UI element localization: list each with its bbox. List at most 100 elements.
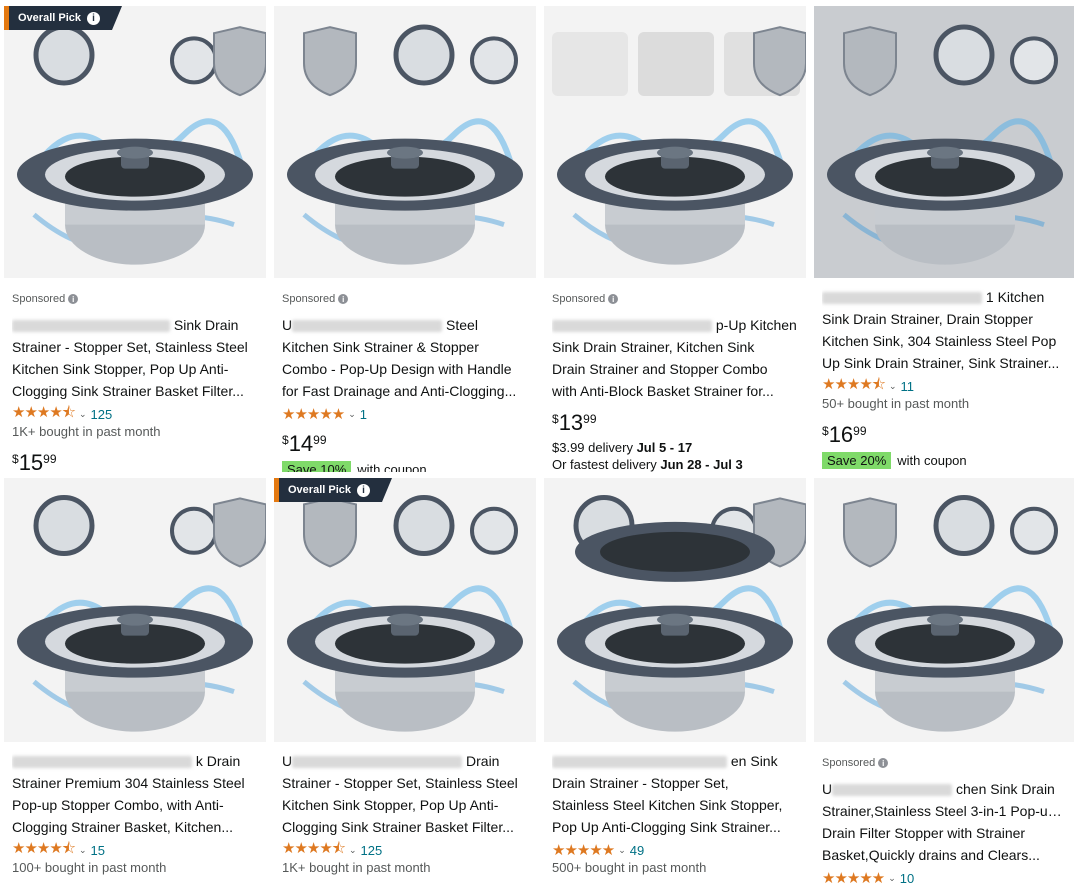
review-count-link[interactable]: 49	[630, 843, 644, 858]
price[interactable]: $13 99	[552, 410, 798, 438]
coupon-text: with coupon	[357, 462, 427, 472]
product-card[interactable]: Sponsored i p-Up Kitchen Sink Drain Strain…	[544, 6, 806, 472]
product-card[interactable]: Overall Pick i U Drain Strainer - Stopper S…	[274, 478, 536, 890]
rating-row[interactable]: ★★★★★ ⌄ 49	[552, 841, 798, 859]
chevron-down-icon[interactable]: ⌄	[79, 845, 87, 856]
product-title-link[interactable]: Sink Drain Strainer - Stopper Set, Stainl…	[12, 314, 258, 402]
product-card[interactable]: 1 Kitchen Sink Drain Strainer, Drain Stop…	[814, 6, 1074, 472]
price-fraction: 99	[583, 412, 597, 426]
chevron-down-icon[interactable]: ⌄	[79, 409, 87, 420]
price[interactable]: $16 99	[822, 422, 1068, 450]
info-icon[interactable]: i	[878, 758, 889, 768]
review-count-link[interactable]: 11	[901, 379, 915, 394]
product-card[interactable]: en Sink Drain Strainer - Stopper Set, Stai…	[544, 478, 806, 890]
sponsored-label[interactable]: Sponsored i	[552, 292, 798, 306]
price[interactable]: $14 99	[282, 431, 528, 459]
product-title-line: U Drain	[282, 753, 500, 769]
product-title-link[interactable]: k Drain Strainer Premium 304 Stainless St…	[12, 750, 258, 838]
redacted-brand	[12, 756, 192, 769]
rating-row[interactable]: ★★★★★ ⌄ 10	[822, 869, 1068, 887]
product-title-line: Strainer Premium 304 Stainless Steel	[12, 775, 245, 791]
redacted-brand	[292, 756, 463, 769]
product-image[interactable]	[814, 478, 1074, 742]
product-title-line: Kitchen Sink Stopper, Pop Up Anti-	[282, 797, 499, 813]
product-title-link[interactable]: p-Up Kitchen Sink Drain Strainer, Kitchen…	[552, 314, 798, 402]
review-count-link[interactable]: 125	[361, 843, 383, 858]
product-card[interactable]: Sponsored i U Steel Kitchen Sink Strainer &…	[274, 6, 536, 472]
chevron-down-icon[interactable]: ⌄	[888, 873, 896, 884]
star-rating-icon: ★★★★★	[822, 870, 885, 887]
product-title-link[interactable]: U Steel Kitchen Sink Strainer & Stopper Co…	[282, 314, 528, 402]
product-title-line: Kitchen Sink, 304 Stainless Steel Pop	[822, 333, 1057, 349]
info-icon[interactable]: i	[608, 294, 619, 304]
chevron-down-icon[interactable]: ⌄	[889, 381, 897, 392]
coupon[interactable]: Save 20% with coupon	[822, 452, 1068, 469]
product-title-line: k Drain	[12, 750, 258, 772]
product-title-line: 1 Kitchen	[822, 286, 1068, 308]
delivery-info: $3.99 delivery Jul 5 - 17	[552, 440, 693, 455]
chevron-down-icon[interactable]: ⌄	[348, 409, 356, 420]
coupon-badge[interactable]: Save 20%	[822, 452, 892, 469]
review-count-link[interactable]: 125	[91, 407, 113, 422]
rating-row[interactable]: ★★★★⯪ ⌄ 125	[12, 404, 258, 423]
product-card[interactable]: Overall Pick i Sponsored i Sink Drain Strain…	[4, 6, 266, 472]
rating-row[interactable]: ★★★★⯪ ⌄ 15	[12, 840, 258, 859]
product-card[interactable]: Sponsored i U chen Sink Drain Strainer,Stai…	[814, 478, 1074, 890]
coupon-text: with coupon	[897, 453, 967, 468]
review-count-link[interactable]: 1	[360, 407, 367, 422]
chevron-down-icon[interactable]: ⌄	[618, 845, 626, 856]
product-title-link[interactable]: U Drain Strainer - Stopper Set, Stainless…	[282, 750, 528, 838]
product-title-link[interactable]: en Sink Drain Strainer - Stopper Set, Stai…	[552, 750, 798, 838]
overall-pick-badge: Overall Pick i	[4, 6, 122, 30]
redacted-brand	[832, 784, 953, 797]
price[interactable]: $15 99	[12, 450, 258, 472]
review-count-link[interactable]: 15	[91, 843, 105, 858]
product-image[interactable]	[274, 478, 536, 742]
product-image[interactable]	[544, 478, 806, 742]
product-image[interactable]	[4, 478, 266, 742]
rating-row[interactable]: ★★★★⯪ ⌄ 11	[822, 376, 1068, 395]
price-whole: 14	[288, 431, 314, 456]
product-title-line: Sink Drain Strainer, Drain Stopper	[822, 311, 1033, 327]
product-title-line: Drain Strainer and Stopper Combo	[552, 361, 768, 377]
price-fraction: 99	[43, 452, 57, 466]
product-title-line: Strainer - Stopper Set, Stainless Steel	[12, 339, 248, 355]
product-title-line: Stainless Steel Kitchen Sink Stopper,	[552, 797, 783, 813]
product-image[interactable]	[274, 6, 536, 278]
sponsored-text: Sponsored	[552, 293, 606, 305]
review-count-link[interactable]: 10	[900, 871, 914, 886]
product-card[interactable]: k Drain Strainer Premium 304 Stainless St…	[4, 478, 266, 890]
sponsored-label[interactable]: Sponsored i	[822, 756, 1068, 770]
star-rating-icon: ★★★★⯪	[282, 839, 346, 857]
info-icon[interactable]: i	[338, 294, 349, 304]
price-whole: 16	[828, 422, 854, 447]
product-image[interactable]	[544, 6, 806, 278]
redacted-brand	[552, 756, 727, 769]
info-icon[interactable]: i	[68, 294, 79, 304]
sponsored-label[interactable]: Sponsored i	[12, 292, 258, 306]
coupon[interactable]: Save 10% with coupon	[282, 461, 528, 472]
price-fraction: 99	[853, 424, 867, 438]
info-icon[interactable]: i	[87, 12, 100, 25]
rating-row[interactable]: ★★★★⯪ ⌄ 125	[282, 840, 528, 859]
product-image[interactable]	[4, 6, 266, 278]
product-image[interactable]	[814, 6, 1074, 278]
chevron-down-icon[interactable]: ⌄	[349, 845, 357, 856]
price-fraction: 99	[313, 433, 327, 447]
star-rating-icon: ★★★★⯪	[822, 375, 886, 393]
product-title-line: Clogging Strainer Basket, Kitchen...	[12, 819, 234, 835]
product-title-link[interactable]: 1 Kitchen Sink Drain Strainer, Drain Stop…	[822, 286, 1068, 374]
product-title-link[interactable]: U chen Sink Drain Strainer,Stainless Stee…	[822, 778, 1068, 866]
sponsored-label[interactable]: Sponsored i	[282, 292, 528, 306]
product-title-line: Sink Drain Strainer, Kitchen Sink	[552, 339, 755, 355]
info-icon[interactable]: i	[357, 484, 370, 497]
price-currency: $	[822, 424, 829, 438]
product-title-line: Sink Drain	[12, 314, 258, 336]
product-title-line: en Sink	[552, 750, 798, 772]
product-title-line: Drain Strainer - Stopper Set,	[552, 775, 729, 791]
redacted-brand	[552, 320, 712, 333]
redacted-brand	[12, 320, 170, 333]
rating-row[interactable]: ★★★★★ ⌄ 1	[282, 405, 528, 423]
coupon-badge[interactable]: Save 10%	[282, 461, 352, 472]
price-whole: 13	[558, 410, 584, 435]
